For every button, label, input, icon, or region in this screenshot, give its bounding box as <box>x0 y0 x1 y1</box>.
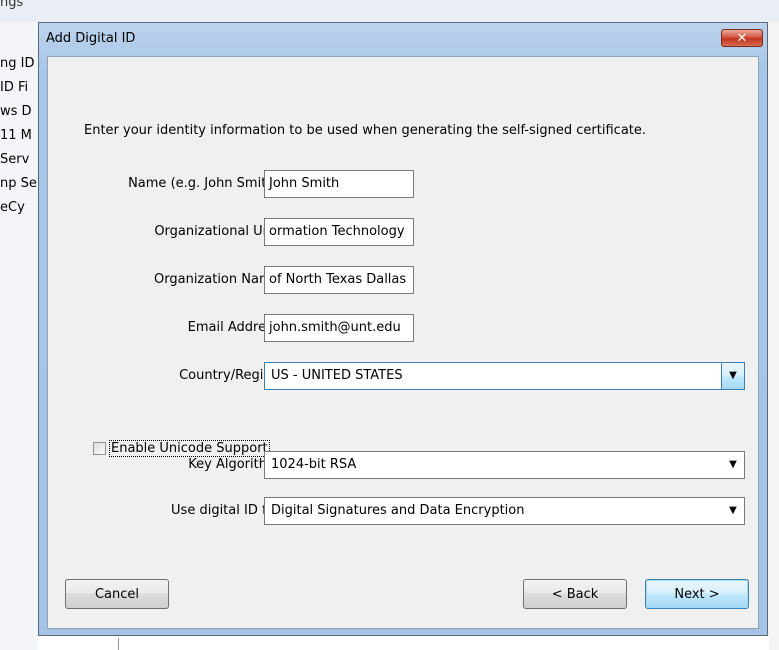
dialog-content: Enter your identity information to be us… <box>47 56 759 629</box>
email-label: Email Address: <box>187 320 284 335</box>
background-app-header: ngs <box>0 0 779 23</box>
unicode-checkbox-row[interactable]: Enable Unicode Support <box>93 440 270 457</box>
background-app-bottom-edge <box>118 638 769 650</box>
background-sidebar-item[interactable]: ng ID <box>0 56 38 71</box>
use-for-select[interactable]: Digital Signatures and Data Encryption ▼ <box>264 497 745 525</box>
chevron-down-icon[interactable]: ▼ <box>722 498 744 524</box>
org-name-label: Organization Name: <box>154 272 284 287</box>
use-for-value: Digital Signatures and Data Encryption <box>271 503 525 518</box>
dialog-title: Add Digital ID <box>46 31 136 46</box>
org-unit-field[interactable]: ormation Technology <box>264 218 414 246</box>
key-algorithm-label: Key Algorithm: <box>188 457 284 472</box>
instructions-text: Enter your identity information to be us… <box>84 123 647 138</box>
country-select[interactable]: US - UNITED STATES ▼ <box>264 362 745 390</box>
background-sidebar-item[interactable]: Serv <box>0 152 38 167</box>
background-sidebar-item[interactable]: ws D <box>0 104 38 119</box>
unicode-checkbox-label[interactable]: Enable Unicode Support <box>109 440 270 457</box>
background-sidebar-item[interactable]: eCy <box>0 200 38 215</box>
back-button[interactable]: < Back <box>523 579 627 609</box>
name-field[interactable]: John Smith <box>264 170 414 198</box>
dialog-titlebar[interactable]: Add Digital ID ✕ <box>39 23 767 55</box>
chevron-down-icon[interactable]: ▼ <box>722 452 744 478</box>
add-digital-id-dialog: Add Digital ID ✕ Enter your identity inf… <box>38 22 768 636</box>
key-algorithm-select[interactable]: 1024-bit RSA ▼ <box>264 451 745 479</box>
background-sidebar-item[interactable]: ID Fi <box>0 80 38 95</box>
screen: ngs ng ID ID Fi ws D 11 M Serv np Se eCy… <box>0 0 779 650</box>
close-button[interactable]: ✕ <box>721 29 763 47</box>
background-app-title: ngs <box>0 0 24 10</box>
background-sidebar-item[interactable]: 11 M <box>0 128 38 143</box>
org-unit-label: Organizational Unit: <box>154 224 284 239</box>
org-name-field[interactable]: of North Texas Dallas <box>264 266 414 294</box>
name-label: Name (e.g. John Smith): <box>128 176 284 191</box>
chevron-down-icon[interactable]: ▼ <box>721 363 744 389</box>
cancel-button[interactable]: Cancel <box>65 579 169 609</box>
unicode-checkbox[interactable] <box>93 442 106 455</box>
next-button[interactable]: Next > <box>645 579 749 609</box>
background-app-sidebar: ng ID ID Fi ws D 11 M Serv np Se eCy <box>0 22 38 650</box>
country-select-value: US - UNITED STATES <box>271 368 403 383</box>
country-label: Country/Region: <box>179 368 284 383</box>
email-field[interactable]: john.smith@unt.edu <box>264 314 414 342</box>
background-sidebar-item[interactable]: np Se <box>0 176 38 191</box>
use-for-label: Use digital ID for: <box>171 503 284 518</box>
background-app-right-edge <box>768 22 779 650</box>
key-algorithm-value: 1024-bit RSA <box>271 457 357 472</box>
close-icon: ✕ <box>736 30 748 46</box>
